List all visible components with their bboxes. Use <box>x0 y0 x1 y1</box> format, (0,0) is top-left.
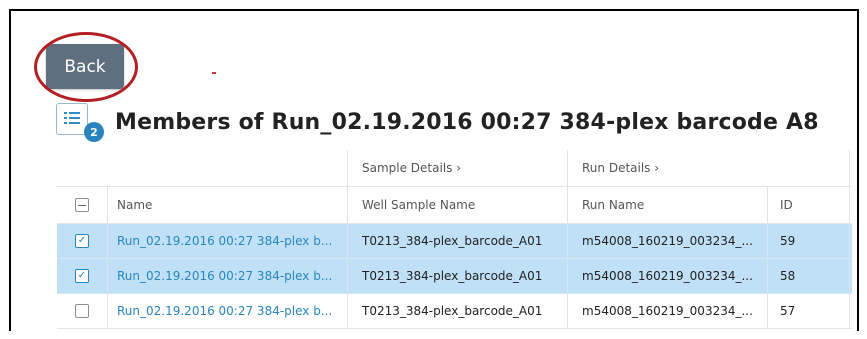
row-well-sample-name: T0213_384-plex_barcode_A01 <box>362 269 543 283</box>
row-run-name: m54008_160219_003234_... <box>582 304 753 318</box>
column-group-row: Sample Details › Run Details › <box>57 150 852 187</box>
row-checkbox[interactable] <box>57 294 107 328</box>
annotation-mark <box>212 72 216 74</box>
row-id: 58 <box>780 269 796 283</box>
column-header-row: Name Well Sample Name Run Name ID <box>57 187 852 224</box>
row-well-sample-name: T0213_384-plex_barcode_A01 <box>362 234 543 248</box>
column-header-id[interactable]: ID <box>780 187 840 223</box>
checkbox-icon <box>75 198 89 212</box>
row-id: 57 <box>780 304 796 318</box>
column-header-well-sample-name[interactable]: Well Sample Name <box>362 187 562 223</box>
row-run-name: m54008_160219_003234_... <box>582 269 753 283</box>
row-checkbox[interactable]: ✓ <box>57 259 107 293</box>
table-row[interactable]: Run_02.19.2016 00:27 384-plex b... T0213… <box>57 294 852 329</box>
table-row[interactable]: ✓ Run_02.19.2016 00:27 384-plex b... T02… <box>57 224 852 259</box>
table-row[interactable]: ✓ Run_02.19.2016 00:27 384-plex b... T02… <box>57 259 852 294</box>
page-title: Members of Run_02.19.2016 00:27 384-plex… <box>115 110 819 135</box>
column-header-run-name[interactable]: Run Name <box>582 187 762 223</box>
row-name-link[interactable]: Run_02.19.2016 00:27 384-plex b... <box>117 259 342 293</box>
group-sample-details[interactable]: Sample Details › <box>362 150 562 186</box>
member-count-badge: 2 <box>84 122 104 142</box>
group-run-details[interactable]: Run Details › <box>582 150 762 186</box>
column-header-name[interactable]: Name <box>117 187 342 223</box>
back-button[interactable]: Back <box>46 44 124 89</box>
row-id: 59 <box>780 234 796 248</box>
row-name-link[interactable]: Run_02.19.2016 00:27 384-plex b... <box>117 224 342 258</box>
checkbox-icon <box>75 304 89 318</box>
row-well-sample-name: T0213_384-plex_barcode_A01 <box>362 304 543 318</box>
checkbox-checked-icon: ✓ <box>75 269 89 283</box>
row-run-name: m54008_160219_003234_... <box>582 234 753 248</box>
row-checkbox[interactable]: ✓ <box>57 224 107 258</box>
checkbox-checked-icon: ✓ <box>75 234 89 248</box>
row-name-link[interactable]: Run_02.19.2016 00:27 384-plex b... <box>117 294 342 328</box>
select-all-checkbox[interactable] <box>57 187 107 223</box>
members-table: Sample Details › Run Details › Name Well… <box>57 150 852 329</box>
